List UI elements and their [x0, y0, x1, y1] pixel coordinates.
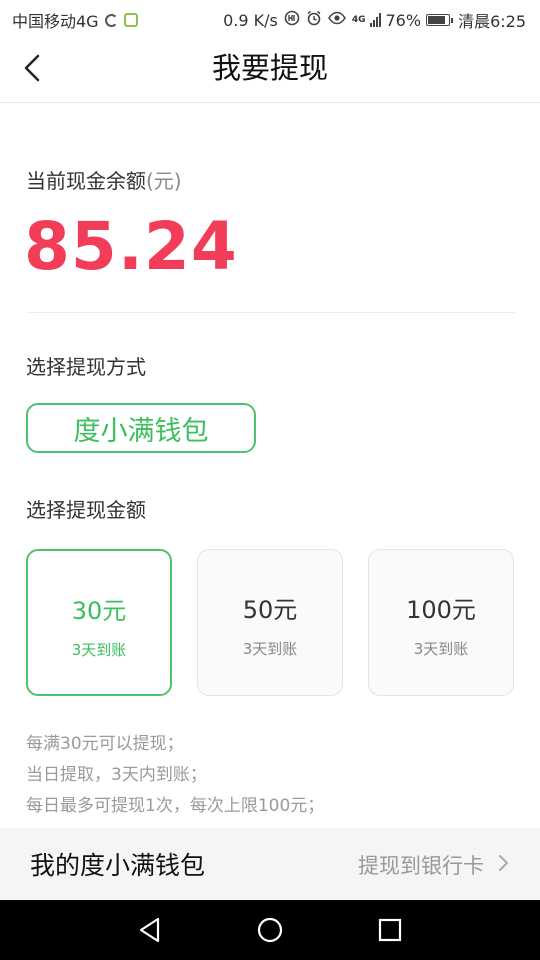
amount-option-50[interactable]: 50元 3天到账 — [197, 549, 343, 696]
battery-percent: 76% — [385, 10, 422, 30]
status-left: 中国移动4G — [12, 8, 138, 32]
clock-time: 清晨6:25 — [458, 12, 526, 31]
nav-home-button[interactable] — [254, 914, 286, 946]
circle-home-icon — [254, 914, 286, 946]
nav-back-button[interactable] — [134, 914, 166, 946]
signal-icon — [369, 13, 382, 27]
method-label: 选择提现方式 — [26, 355, 146, 379]
chevron-right-icon — [498, 853, 510, 877]
wallet-title: 我的度小满钱包 — [30, 851, 206, 880]
section-divider — [26, 312, 516, 313]
amount-option-arrival: 3天到账 — [242, 640, 298, 658]
balance-unit: (元) — [146, 169, 182, 193]
amount-option-arrival: 3天到账 — [71, 641, 127, 659]
alarm-clock-icon — [306, 10, 322, 31]
balance-amount: 85.24 — [24, 208, 238, 285]
app-notification-icon — [123, 13, 138, 27]
rules-list: 每满30元可以提现； 当日提取，3天内到账； 每日最多可提现1次，每次上限100… — [26, 729, 324, 822]
loading-ring-icon — [104, 13, 118, 27]
square-recents-icon — [374, 914, 406, 946]
rule-item: 每满30元可以提现； — [26, 734, 184, 754]
amount-option-arrival: 3天到账 — [413, 640, 469, 658]
wallet-bar[interactable]: 我的度小满钱包 提现到银行卡 — [0, 828, 540, 900]
system-nav-bar — [0, 900, 540, 960]
network-type-label: 4G — [351, 14, 366, 25]
status-right: 0.9 K/s 4G 76% 清晨6:25 — [223, 8, 526, 32]
page-title: 我要提现 — [211, 51, 328, 85]
amount-option-value: 100元 — [406, 596, 476, 624]
amount-option-30[interactable]: 30元 3天到账 — [26, 549, 172, 696]
balance-label-text: 当前现金余额 — [26, 169, 146, 193]
network-speed: 0.9 K/s — [223, 10, 278, 30]
method-option-wallet[interactable]: 度小满钱包 — [26, 403, 256, 453]
title-bar: 我要提现 — [0, 36, 540, 103]
rule-item: 当日提取，3天内到账； — [26, 765, 207, 785]
amount-option-value: 50元 — [242, 596, 298, 624]
rule-item: 每日最多可提现1次，每次上限100元； — [26, 796, 325, 816]
amount-option-value: 30元 — [71, 597, 127, 625]
withdraw-to-bank-link[interactable]: 提现到银行卡 — [358, 850, 510, 880]
carrier-label: 中国移动4G — [12, 12, 99, 31]
withdraw-to-bank-label: 提现到银行卡 — [358, 854, 484, 878]
triangle-back-icon — [134, 914, 166, 946]
eye-icon — [327, 11, 346, 30]
status-bar: 中国移动4G 0.9 K/s 4G 76% 清晨6:25 — [0, 0, 540, 36]
battery-icon — [426, 14, 454, 26]
nav-recents-button[interactable] — [374, 914, 406, 946]
balance-label: 当前现金余额(元) — [26, 165, 182, 194]
amount-option-100[interactable]: 100元 3天到账 — [368, 549, 514, 696]
hd-icon — [284, 10, 300, 31]
amount-label: 选择提现金额 — [26, 498, 146, 522]
